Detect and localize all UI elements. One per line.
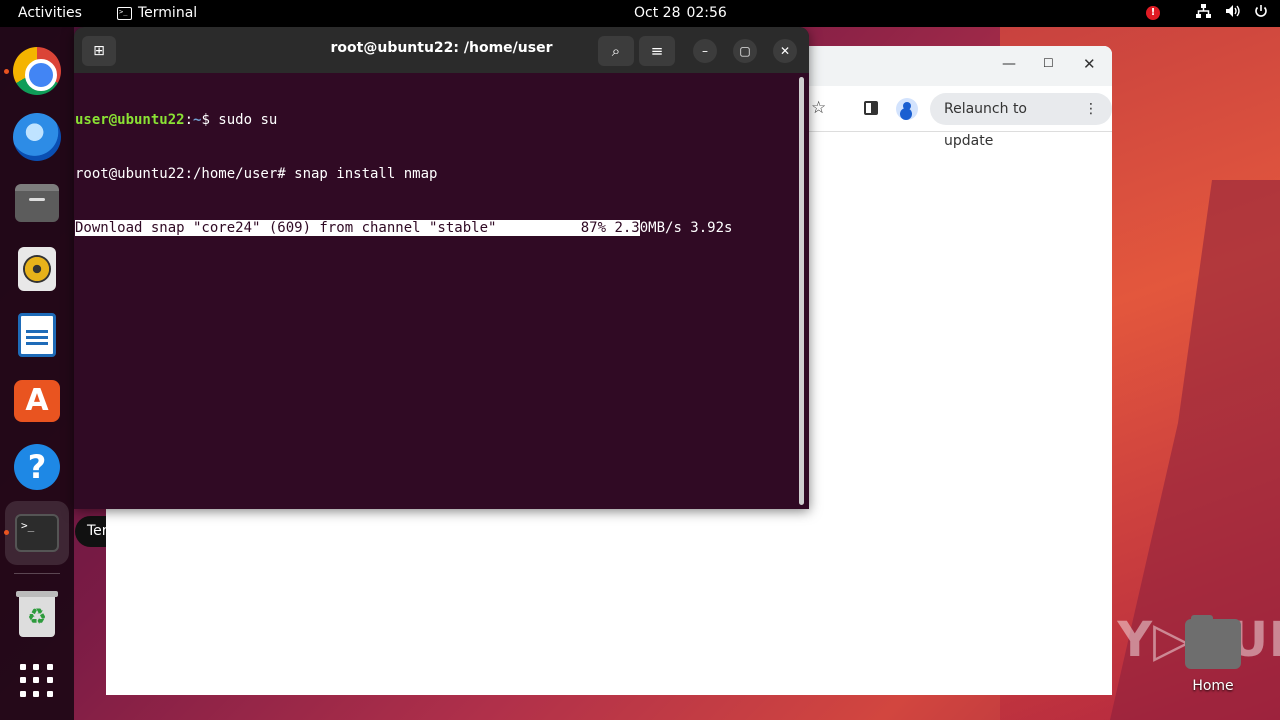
terminal-output[interactable]: user@ubuntu22:~$ sudo su root@ubuntu22:/… [74,75,796,273]
alert-icon[interactable]: ! [1146,6,1160,20]
show-apps-button[interactable] [12,656,62,706]
chrome-icon [13,47,61,95]
clock-time: 02:56 [686,5,727,21]
terminal-line: root@ubuntu22:/home/user# snap install n… [75,166,438,182]
home-label: Home [1192,678,1234,694]
files-launcher[interactable] [12,178,62,228]
minimize-button[interactable]: – [693,39,717,63]
close-button[interactable]: ✕ [1083,55,1096,73]
help-launcher[interactable]: ? [12,442,62,492]
maximize-button[interactable]: ☐ [1043,56,1054,70]
terminal-headerbar[interactable]: ⊞ root@ubuntu22: /home/user ⌕ ≡ – ▢ ✕ [74,27,809,73]
writer-launcher[interactable] [12,310,62,360]
running-indicator [4,530,9,535]
watermark: ANY▷RUN [1038,612,1280,668]
search-button[interactable]: ⌕ [598,36,634,66]
menu-button[interactable]: ≡ [639,36,675,66]
close-button[interactable]: ✕ [773,39,797,63]
system-tray[interactable]: ! [1146,4,1268,22]
software-launcher[interactable]: A [12,376,62,426]
thunderbird-launcher[interactable] [12,112,62,162]
top-bar: Activities >_ Terminal Oct 28 02:56 ! [0,0,1280,27]
speaker-icon [18,247,56,291]
dock: A ? >_ ♻ [0,27,74,720]
terminal-window[interactable]: ⊞ root@ubuntu22: /home/user ⌕ ≡ – ▢ ✕ us… [74,27,809,509]
more-menu-icon[interactable]: ⋮ [1084,93,1098,125]
network-icon [1196,4,1211,22]
volume-icon [1225,4,1240,22]
terminal-line: Download snap "core24" (609) from channe… [75,220,733,236]
app-store-icon: A [14,380,60,422]
relaunch-label: Relaunch to update [944,101,1028,149]
side-panel-icon[interactable] [864,101,878,115]
power-icon [1254,4,1268,22]
dock-separator [14,573,60,574]
terminal-icon: >_ [15,514,59,552]
app-menu-label: Terminal [138,5,198,21]
minimize-button[interactable]: — [1002,56,1016,72]
terminal-line: user@ubuntu22:~$ sudo su [75,112,278,128]
profile-icon[interactable] [896,98,918,120]
folder-icon [15,184,59,222]
trash-launcher[interactable]: ♻ [12,590,62,640]
chrome-launcher[interactable] [12,46,62,96]
relaunch-button[interactable]: Relaunch to update ⋮ [930,93,1112,149]
trash-icon: ♻ [16,591,58,637]
document-icon [18,313,56,357]
thunderbird-icon [13,113,61,161]
app-menu[interactable]: >_ Terminal [117,5,197,21]
rhythmbox-launcher[interactable] [12,244,62,294]
progress-highlight: Download snap "core24" (609) from channe… [75,220,640,236]
terminal-launcher[interactable]: >_ [5,501,69,565]
terminal-icon: >_ [117,6,132,20]
activities-button[interactable]: Activities [18,5,82,21]
help-icon: ? [14,444,60,490]
app-grid-icon [20,664,54,698]
clock-date: Oct 28 [634,5,681,21]
terminal-scrollbar[interactable] [799,77,804,505]
maximize-button[interactable]: ▢ [733,39,757,63]
home-folder-icon[interactable] [1185,615,1241,669]
running-indicator [4,69,9,74]
bookmark-star-icon[interactable]: ☆ [811,98,826,118]
clock[interactable]: Oct 28 02:56 [634,5,727,21]
